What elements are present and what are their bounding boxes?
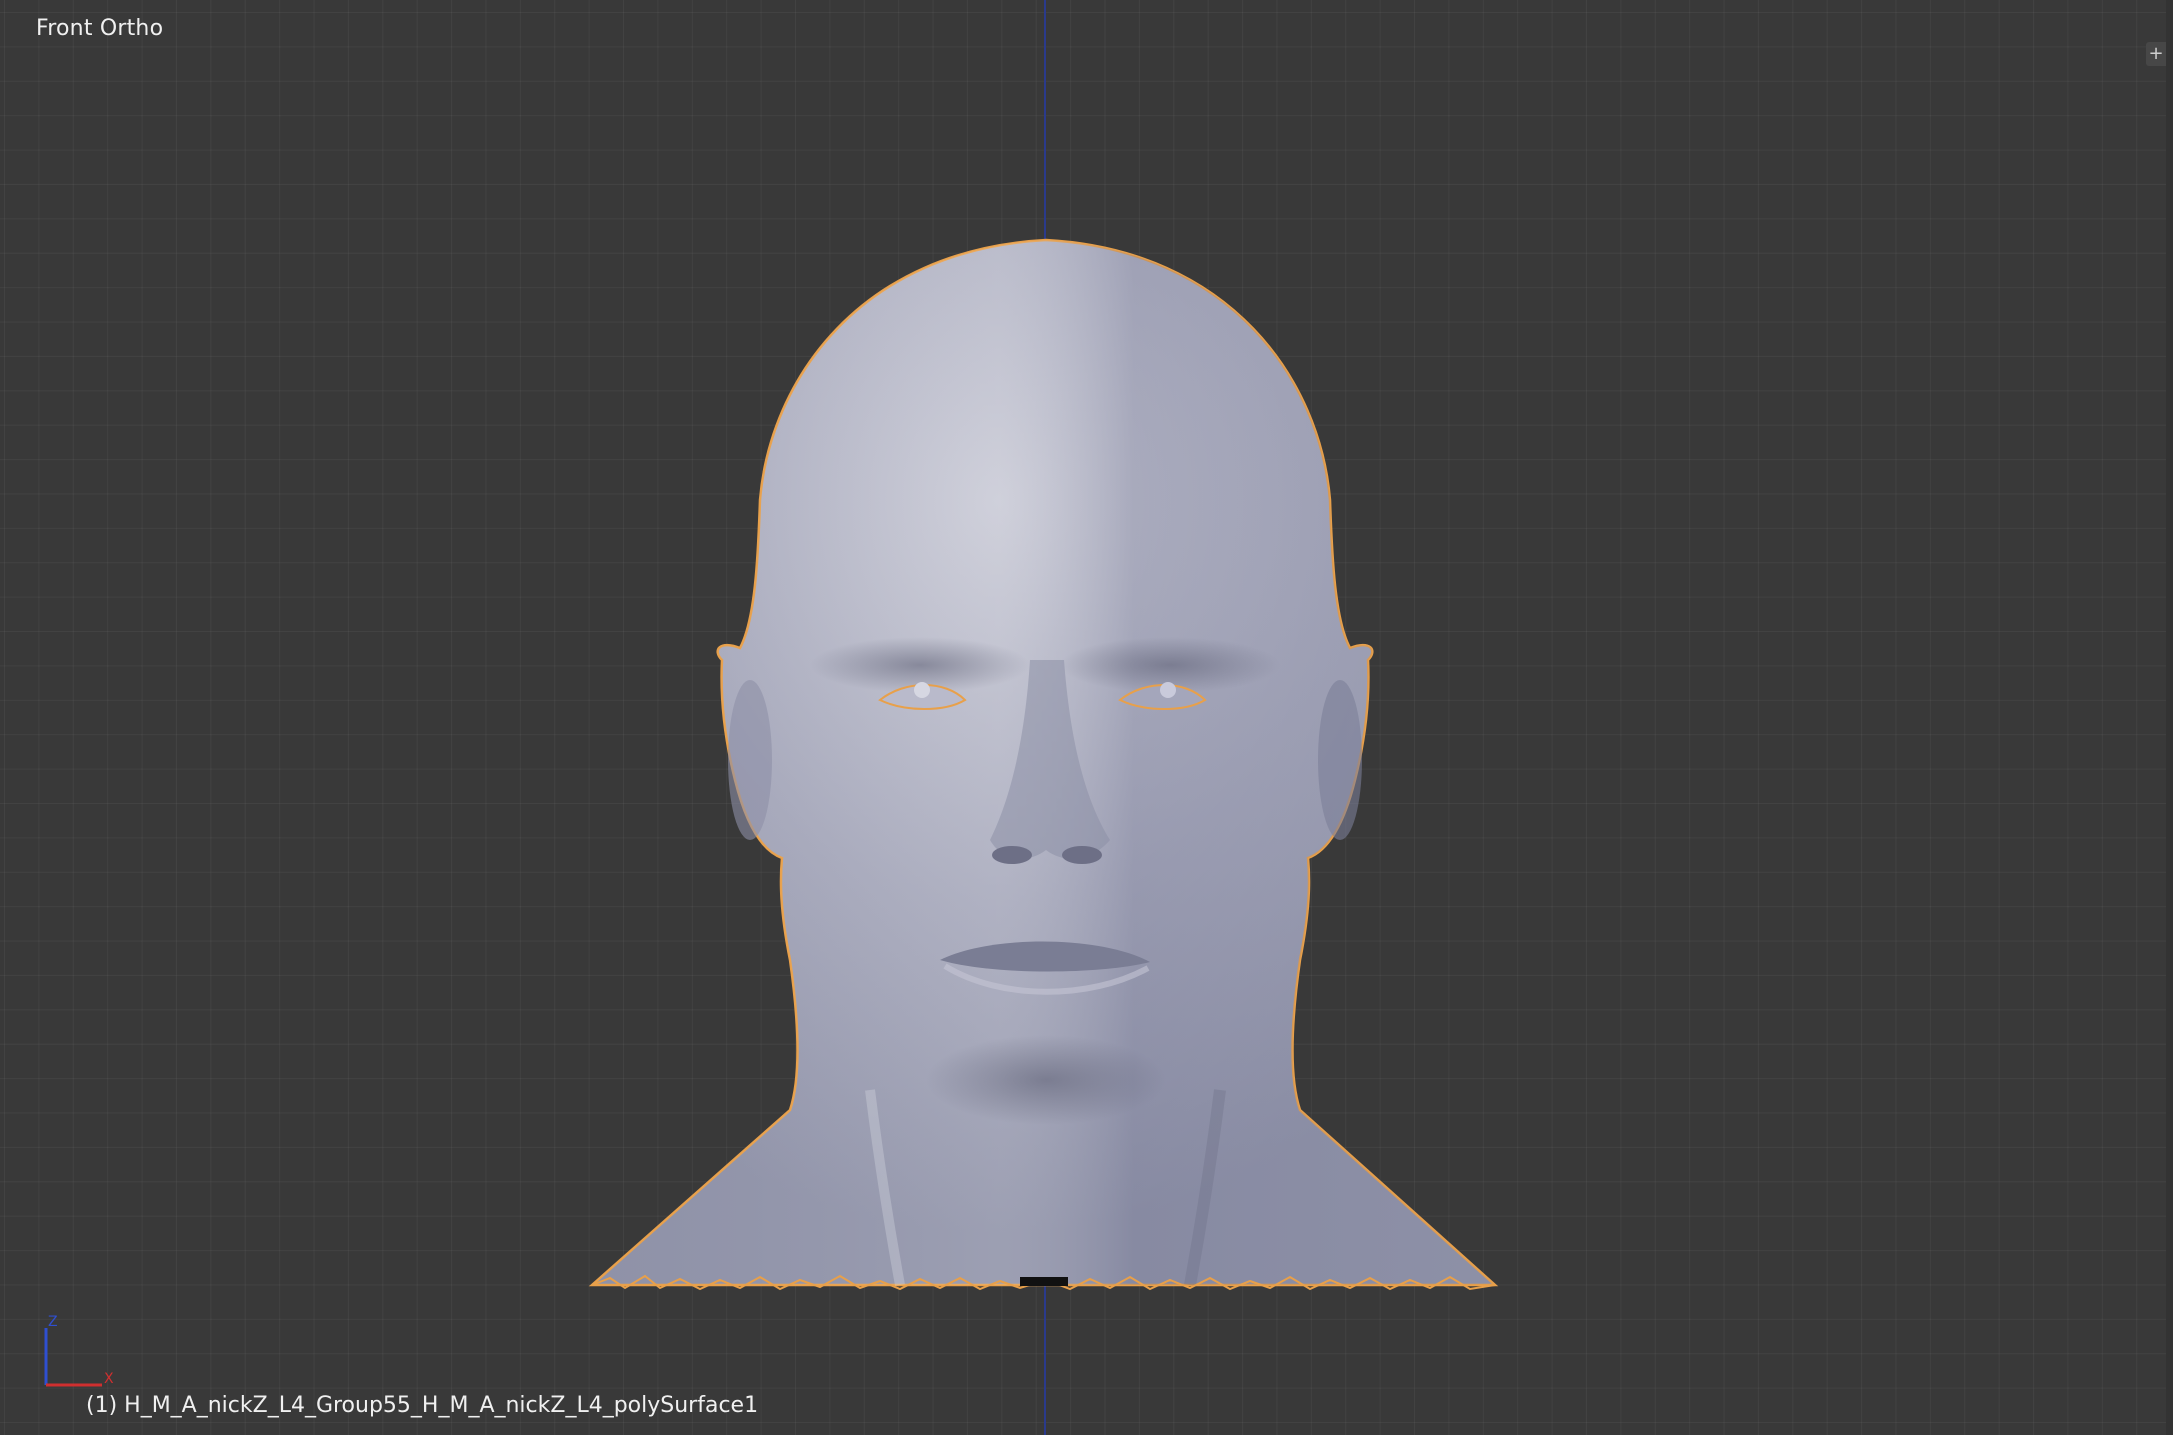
- 3d-viewport[interactable]: Front Ortho + Z X (1) H_M_A_nickZ_L4_Gro…: [0, 0, 2173, 1435]
- plus-icon[interactable]: +: [2146, 42, 2166, 66]
- view-mode-label: Front Ortho: [36, 16, 164, 41]
- corner-symbol: +: [2148, 43, 2164, 64]
- viewport-edge: [2166, 0, 2173, 1435]
- head-mesh[interactable]: [0, 0, 2173, 1435]
- active-object-label: (1) H_M_A_nickZ_L4_Group55_H_M_A_nickZ_L…: [86, 1393, 759, 1418]
- x-axis-label: X: [104, 1371, 114, 1387]
- axis-gizmo: Z X: [44, 1314, 114, 1387]
- z-axis-label: Z: [48, 1314, 58, 1330]
